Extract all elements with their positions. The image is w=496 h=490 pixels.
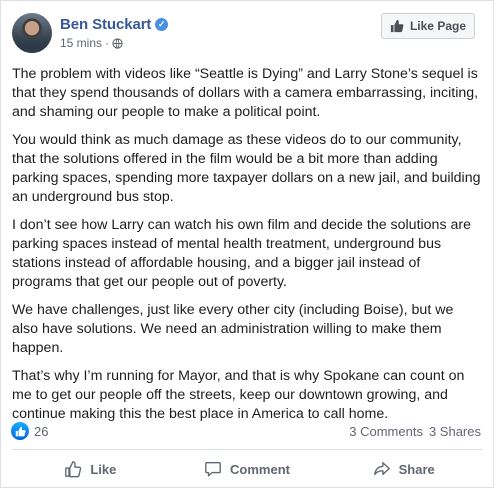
verified-badge-icon: ✓ [155,18,169,31]
comments-count-link[interactable]: 3 Comments [349,424,423,439]
post-timestamp[interactable]: 15 mins [60,36,102,50]
meta-separator: · [105,36,110,50]
speech-bubble-icon [205,462,221,477]
post-paragraph: You would think as much damage as these … [12,132,481,205]
globe-icon[interactable] [112,37,123,49]
thumbs-up-icon [390,19,404,33]
post-header: Ben Stuckart ✓ 15 mins · Like Page [12,12,483,56]
post-actions: Like Comment Share [12,453,482,485]
author-name-link[interactable]: Ben Stuckart [60,16,151,33]
comment-button[interactable]: Comment [169,453,326,485]
author-avatar[interactable] [12,13,52,53]
thumbs-up-icon [65,461,82,478]
like-button[interactable]: Like [12,453,169,485]
share-arrow-icon [373,462,390,476]
post-paragraph: The problem with videos like “Seattle is… [12,66,479,120]
shares-count-link[interactable]: 3 Shares [429,424,481,439]
share-button-label: Share [398,461,435,477]
like-page-label: Like Page [409,19,466,33]
actions-divider [12,449,482,450]
reaction-thumb-icon [15,426,26,436]
facebook-post-card: Ben Stuckart ✓ 15 mins · Like Page The p… [0,0,494,488]
like-button-label: Like [90,461,117,477]
post-meta: 15 mins · [60,36,123,50]
post-paragraph: I don’t see how Larry can watch his own … [12,217,471,290]
reaction-count[interactable]: 26 [34,424,48,439]
author-name-row: Ben Stuckart ✓ [60,16,169,33]
post-body: The problem with videos like “Seattle is… [12,65,481,433]
comment-button-label: Comment [230,461,290,477]
post-paragraph: We have challenges, just like every othe… [12,302,454,356]
post-stats: 26 3 Comments 3 Shares [11,421,481,441]
like-page-button[interactable]: Like Page [380,13,475,39]
share-button[interactable]: Share [325,453,482,485]
avatar-shirt [20,43,44,53]
post-paragraph: That’s why I’m running for Mayor, and th… [12,368,465,422]
like-reaction-icon[interactable] [11,422,29,440]
